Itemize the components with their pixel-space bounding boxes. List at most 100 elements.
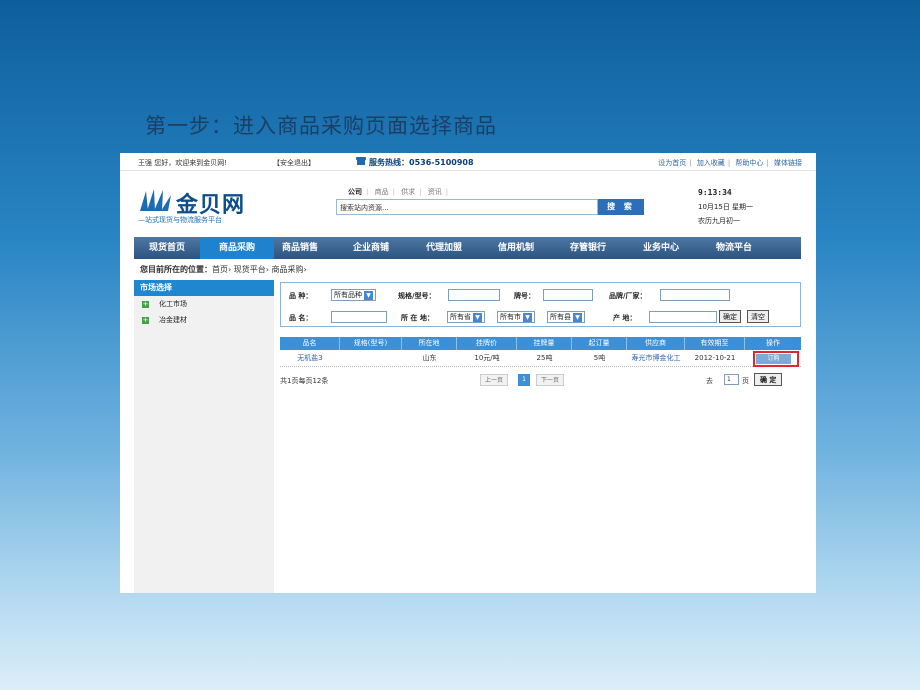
order-button[interactable]: 订购 [756, 354, 791, 364]
sidebar-item-label: 化工市场 [159, 300, 187, 308]
sidebar-item-chemical[interactable]: + 化工市场 [134, 296, 274, 312]
sidebar-item-label: 冶金建材 [159, 316, 187, 324]
col-expiry: 有效期至 [685, 337, 745, 350]
nav-purchase[interactable]: 商品采购 [200, 237, 274, 259]
clock-lunar: 农历九月初一 [698, 217, 740, 225]
set-homepage-link[interactable]: 设为首页 [658, 159, 686, 167]
help-center-link[interactable]: 帮助中心 [735, 159, 763, 167]
breadcrumb-label: 您目前所在的位置： [140, 265, 212, 274]
nav-credit[interactable]: 信用机制 [498, 237, 534, 259]
cell-min: 5吨 [593, 354, 606, 362]
nav-agency[interactable]: 代理加盟 [426, 237, 462, 259]
nav-bank[interactable]: 存管银行 [570, 237, 606, 259]
search-input[interactable]: 搜索站内资源... [336, 199, 598, 215]
hotline-text: 服务热线：0536-5100908 [369, 158, 474, 167]
expand-plus-icon[interactable]: + [142, 300, 149, 308]
col-min: 起订量 [572, 337, 627, 350]
location-label: 所 在 地： [401, 314, 434, 322]
maker-label: 品牌/厂家： [609, 292, 647, 300]
chevron-down-icon: ▼ [473, 313, 482, 322]
cell-expiry: 2012-10-21 [694, 354, 736, 362]
chevron-down-icon: ▼ [364, 291, 373, 300]
cell-name[interactable]: 无机盐3 [280, 350, 340, 367]
spec-input[interactable] [448, 289, 500, 301]
cell-supplier[interactable]: 寿光市博金化工 [627, 350, 685, 367]
logout-link[interactable]: 【安全退出】 [273, 158, 315, 168]
goto-page-input[interactable]: 1 [724, 374, 739, 385]
variety-label: 品 种： [289, 292, 313, 300]
logo-slogan: —站式现货与物流服务平台 [138, 216, 222, 224]
clear-button[interactable]: 清空 [747, 310, 769, 323]
breadcrumb: 您目前所在的位置：首页› 现货平台› 商品采购› [140, 264, 307, 275]
phone-icon [356, 156, 366, 168]
col-supplier: 供应商 [627, 337, 685, 350]
cell-qty: 25吨 [536, 354, 553, 362]
goto-confirm-button[interactable]: 确 定 [754, 373, 783, 386]
search-tab-news[interactable]: 资讯 [428, 188, 442, 196]
col-price: 挂牌价 [457, 337, 517, 350]
market-sidebar: 市场选择 + 化工市场 + 冶金建材 [134, 280, 274, 593]
city-select[interactable]: 所有市 ▼ [497, 311, 535, 323]
expand-plus-icon[interactable]: + [142, 316, 149, 324]
clock-panel: 9:13:34 10月15日 星期一 农历九月初一 [698, 186, 753, 228]
search-tab-goods[interactable]: 商品 [375, 188, 389, 196]
page-unit-label: 页 [742, 377, 749, 385]
breadcrumb-path[interactable]: 首页› 现货平台› 商品采购› [212, 265, 307, 274]
pager: 共1页每页12条 上一页 1 下一页 去 1 页 确 定 [280, 373, 801, 387]
goods-table: 品名 规格(型号) 所在地 挂牌价 挂牌量 起订量 供应商 有效期至 操作 无机… [280, 337, 801, 367]
brand-input[interactable] [543, 289, 593, 301]
clock-date: 10月15日 星期一 [698, 203, 754, 211]
variety-select[interactable]: 所有品种 ▼ [331, 289, 376, 301]
next-page-button[interactable]: 下一页 [536, 374, 565, 386]
main-nav: 现货首页 商品采购 商品销售 企业商铺 代理加盟 信用机制 存管银行 业务中心 … [134, 237, 801, 259]
name-input[interactable] [331, 311, 387, 323]
origin-label: 产 地： [613, 314, 637, 322]
search-button[interactable]: 搜 索 [598, 199, 644, 215]
top-bar: 王强 您好，欢迎来到金贝网! 【安全退出】 服务热线：0536-5100908 … [120, 153, 816, 171]
search-area: 公司 | 商品 | 供求 | 资讯 | 搜索站内资源... 搜 索 [336, 187, 648, 219]
nav-spot-home[interactable]: 现货首页 [134, 237, 200, 259]
cell-price: 10元/吨 [474, 354, 500, 362]
name-label: 品 名： [289, 314, 313, 322]
nav-logistics[interactable]: 物流平台 [716, 237, 752, 259]
add-favorite-link[interactable]: 加入收藏 [697, 159, 725, 167]
top-links: 设为首页 | 加入收藏 | 帮助中心 | 媒体链接 [658, 159, 802, 167]
col-action: 操作 [766, 339, 780, 347]
confirm-button[interactable]: 确定 [719, 310, 741, 323]
pager-summary: 共1页每页12条 [280, 377, 329, 385]
maker-input[interactable] [660, 289, 730, 301]
prev-page-button[interactable]: 上一页 [480, 374, 509, 386]
browser-screenshot: 王强 您好，欢迎来到金贝网! 【安全退出】 服务热线：0536-5100908 … [120, 153, 816, 593]
current-page[interactable]: 1 [518, 374, 530, 386]
col-qty: 挂牌量 [517, 337, 572, 350]
greeting-text: 王强 您好，欢迎来到金贝网! [138, 159, 228, 167]
nav-business[interactable]: 业务中心 [643, 237, 679, 259]
chevron-down-icon: ▼ [523, 313, 532, 322]
site-logo[interactable]: 金贝网 —站式现货与物流服务平台 [138, 185, 278, 225]
media-links-link[interactable]: 媒体链接 [774, 159, 802, 167]
search-tab-company[interactable]: 公司 [348, 188, 362, 196]
col-location: 所在地 [402, 337, 457, 350]
origin-input[interactable] [649, 311, 717, 323]
sidebar-title: 市场选择 [134, 280, 274, 296]
search-tabs: 公司 | 商品 | 供求 | 资讯 | [348, 188, 449, 196]
filter-panel: 品 种： 所有品种 ▼ 规格/型号： 牌号： 品牌/厂家： 品 名： 所 在 地：… [280, 282, 801, 327]
cell-spec [340, 350, 402, 367]
sidebar-item-metallurgy[interactable]: + 冶金建材 [134, 312, 274, 328]
logo-shell-icon [140, 189, 171, 211]
nav-sales[interactable]: 商品销售 [282, 237, 318, 259]
nav-shops[interactable]: 企业商铺 [353, 237, 389, 259]
province-select[interactable]: 所有省 ▼ [447, 311, 485, 323]
county-select[interactable]: 所有县 ▼ [547, 311, 585, 323]
brand-label: 牌号： [514, 292, 535, 300]
col-spec: 规格(型号) [340, 337, 402, 350]
goto-label: 去 [706, 377, 713, 385]
clock-time: 9:13:34 [698, 188, 732, 197]
slide-title: 第一步：进入商品采购页面选择商品 [145, 114, 497, 138]
spec-label: 规格/型号： [398, 292, 436, 300]
chevron-down-icon: ▼ [573, 313, 582, 322]
col-name: 品名 [280, 337, 340, 350]
search-tab-supply[interactable]: 供求 [401, 188, 415, 196]
cell-location: 山东 [422, 354, 437, 362]
table-header: 品名 规格(型号) 所在地 挂牌价 挂牌量 起订量 供应商 有效期至 操作 [280, 337, 801, 350]
